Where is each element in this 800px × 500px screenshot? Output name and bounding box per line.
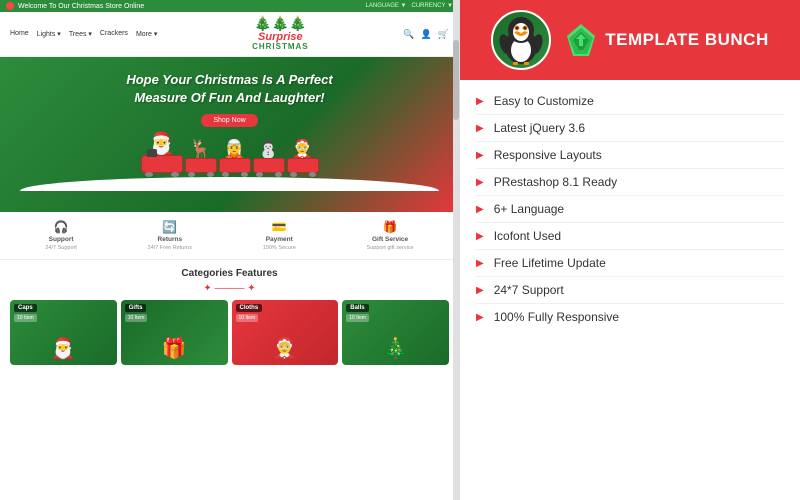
feature-support: 🎧 Support 24/7 Support bbox=[45, 220, 77, 251]
hero-headline: Hope Your Christmas Is A Perfect Measure… bbox=[20, 71, 439, 107]
templatebunch-logo-svg bbox=[563, 22, 599, 58]
feature-lifetime-text: Free Lifetime Update bbox=[494, 256, 606, 270]
feature-lifetime-update: ▶ Free Lifetime Update bbox=[476, 250, 784, 277]
arrow-icon-6: ▶ bbox=[476, 231, 484, 242]
cat-caps-label: Caps bbox=[14, 304, 37, 312]
arrow-icon-1: ▶ bbox=[476, 96, 484, 107]
arrow-icon-4: ▶ bbox=[476, 177, 484, 188]
payment-icon: 💳 bbox=[272, 220, 287, 234]
feature-support: ▶ 24*7 Support bbox=[476, 277, 784, 304]
cat-cloths-label: Cloths bbox=[236, 304, 263, 312]
feature-jquery: ▶ Latest jQuery 3.6 bbox=[476, 115, 784, 142]
feature-payment: 💳 Payment 100% Secure bbox=[263, 220, 296, 251]
logo-holly: 🎄🎄🎄 bbox=[252, 16, 309, 31]
feature-returns: 🔄 Returns 24/7 Free Returns bbox=[148, 220, 192, 251]
feature-icofont-text: Icofont Used bbox=[494, 229, 561, 243]
main-nav: Home Lights ▾ Trees ▾ Crackers More ▾ bbox=[10, 30, 157, 38]
snowman-char: ⛄ bbox=[257, 140, 279, 158]
hero-section: Hope Your Christmas Is A Perfect Measure… bbox=[0, 57, 459, 212]
categories-title: Categories Features bbox=[10, 268, 449, 279]
elf-char: 🧝 bbox=[223, 140, 245, 158]
arrow-icon-5: ▶ bbox=[476, 204, 484, 215]
website-preview: Welcome To Our Christmas Store Online LA… bbox=[0, 0, 460, 500]
feature-gift: 🎁 Gift Service Support gift service bbox=[367, 220, 414, 251]
reindeer-char: 🦌 bbox=[189, 140, 211, 158]
announce-icon bbox=[6, 2, 14, 10]
brand-bar: TEMPLATE BUNCH bbox=[460, 0, 800, 80]
nav-crackers[interactable]: Crackers bbox=[100, 30, 128, 38]
train-loco: 🎅 bbox=[141, 133, 183, 173]
announce-text: Welcome To Our Christmas Store Online bbox=[18, 3, 144, 10]
snowman2-char: 🤶 bbox=[291, 140, 313, 158]
scrollbar-thumb[interactable] bbox=[453, 40, 459, 120]
feature-fully-responsive-text: 100% Fully Responsive bbox=[494, 310, 619, 324]
search-icon[interactable]: 🔍 bbox=[403, 29, 414, 40]
nav-more[interactable]: More ▾ bbox=[136, 30, 157, 38]
characters-row: 🎅 🦌 🧝 bbox=[20, 133, 439, 173]
nav-lights[interactable]: Lights ▾ bbox=[37, 30, 61, 38]
mascot-avatar bbox=[491, 10, 551, 70]
brand-name-text: TEMPLATE BUNCH bbox=[605, 31, 768, 50]
category-cloths[interactable]: Cloths 10 Item 🤶 bbox=[232, 300, 339, 365]
nav-trees[interactable]: Trees ▾ bbox=[69, 30, 92, 38]
arrow-icon-8: ▶ bbox=[476, 285, 484, 296]
nav-home[interactable]: Home bbox=[10, 30, 29, 38]
feature-icofont: ▶ Icofont Used bbox=[476, 223, 784, 250]
feature-jquery-text: Latest jQuery 3.6 bbox=[494, 121, 585, 135]
cat-cloths-count: 10 Item bbox=[236, 314, 259, 322]
site-header: Home Lights ▾ Trees ▾ Crackers More ▾ 🎄🎄… bbox=[0, 12, 459, 57]
train-car-3: ⛄ bbox=[253, 140, 285, 173]
brand-logo-row: TEMPLATE BUNCH bbox=[563, 22, 768, 58]
category-caps[interactable]: Caps 10 Item 🎅 bbox=[10, 300, 117, 365]
category-balls[interactable]: Balls 10 Item 🎄 bbox=[342, 300, 449, 365]
cat-gifts-label: Gifts bbox=[125, 304, 147, 312]
brand-name: TEMPLATE BUNCH bbox=[605, 31, 768, 50]
feature-easy-customize-text: Easy to Customize bbox=[494, 94, 594, 108]
language-selector[interactable]: LANGUAGE ▼ CURRENCY ▼ bbox=[366, 3, 453, 9]
feature-fully-responsive: ▶ 100% Fully Responsive bbox=[476, 304, 784, 330]
cat-balls-count: 10 Item bbox=[346, 314, 369, 322]
cat-balls-label: Balls bbox=[346, 304, 368, 312]
features-bar: 🎧 Support 24/7 Support 🔄 Returns 24/7 Fr… bbox=[0, 212, 459, 260]
returns-icon: 🔄 bbox=[162, 220, 177, 234]
cat-gifts-count: 10 Item bbox=[125, 314, 148, 322]
feature-responsive: ▶ Responsive Layouts bbox=[476, 142, 784, 169]
feature-language-text: 6+ Language bbox=[494, 202, 564, 216]
product-info-panel: TEMPLATE BUNCH ▶ Easy to Customize ▶ Lat… bbox=[460, 0, 800, 500]
brand-name-area: TEMPLATE BUNCH bbox=[563, 22, 768, 58]
support-icon: 🎧 bbox=[54, 220, 69, 234]
announce-bar: Welcome To Our Christmas Store Online LA… bbox=[0, 0, 459, 12]
category-grid: Caps 10 Item 🎅 Gifts 10 Item 🎁 Cloths 10… bbox=[10, 300, 449, 365]
feature-support-text: 24*7 Support bbox=[494, 283, 564, 297]
features-list: ▶ Easy to Customize ▶ Latest jQuery 3.6 … bbox=[460, 80, 800, 500]
site-logo: 🎄🎄🎄 Surprise Christmas bbox=[252, 16, 309, 52]
arrow-icon-9: ▶ bbox=[476, 312, 484, 323]
feature-easy-customize: ▶ Easy to Customize bbox=[476, 88, 784, 115]
category-gifts[interactable]: Gifts 10 Item 🎁 bbox=[121, 300, 228, 365]
categories-section: Categories Features ✦ ——— ✦ Caps 10 Item… bbox=[0, 260, 459, 373]
scrollbar[interactable] bbox=[453, 0, 459, 500]
arrow-icon-3: ▶ bbox=[476, 150, 484, 161]
cat-caps-count: 10 Item bbox=[14, 314, 37, 322]
train-car-1: 🦌 bbox=[185, 140, 217, 173]
train-car-4: 🤶 bbox=[287, 140, 319, 173]
divider: ✦ ——— ✦ bbox=[10, 283, 449, 294]
cart-icon[interactable]: 🛒 bbox=[438, 29, 449, 40]
gift-icon: 🎁 bbox=[383, 220, 398, 234]
puffin-svg bbox=[493, 12, 549, 68]
arrow-icon-2: ▶ bbox=[476, 123, 484, 134]
shop-now-button[interactable]: Shop Now bbox=[201, 114, 257, 127]
arrow-icon-7: ▶ bbox=[476, 258, 484, 269]
feature-responsive-text: Responsive Layouts bbox=[494, 148, 602, 162]
header-actions: 🔍 👤 🛒 bbox=[403, 29, 449, 40]
snow-wave bbox=[20, 177, 439, 191]
feature-prestashop-text: PRestashop 8.1 Ready bbox=[494, 175, 617, 189]
logo-sub: Christmas bbox=[252, 43, 309, 52]
feature-language: ▶ 6+ Language bbox=[476, 196, 784, 223]
feature-prestashop: ▶ PRestashop 8.1 Ready bbox=[476, 169, 784, 196]
train-car-2: 🧝 bbox=[219, 140, 251, 173]
account-icon[interactable]: 👤 bbox=[421, 29, 432, 40]
